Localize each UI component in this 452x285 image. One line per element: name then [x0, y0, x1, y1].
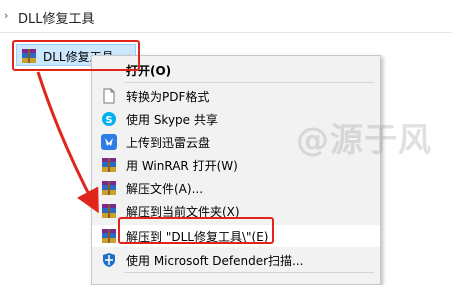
annotation-arrow-icon — [36, 71, 99, 214]
